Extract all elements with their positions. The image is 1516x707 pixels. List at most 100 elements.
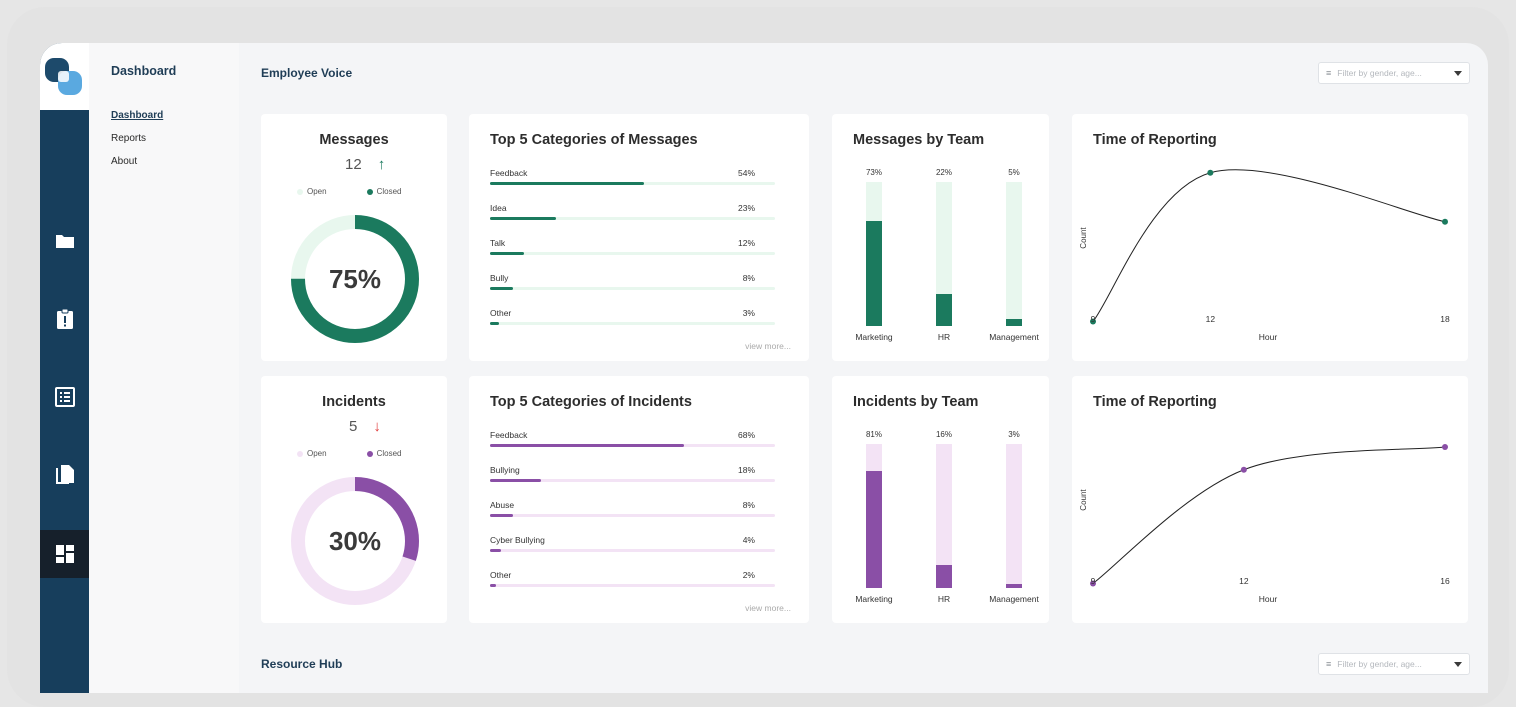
series-line (1092, 169, 1446, 322)
team-percent: 73% (865, 168, 882, 177)
copy-icon[interactable] (40, 451, 89, 499)
legend-open-label: Open (307, 187, 327, 196)
incidents-count-row: 5 ↓ (349, 418, 381, 435)
x-tick-label: 16 (1440, 576, 1450, 586)
category-track (490, 549, 775, 552)
team-bar-fill (866, 220, 882, 326)
app-screen: Dashboard Dashboard Reports About Employ… (40, 43, 1488, 693)
team-name: Marketing (855, 594, 893, 604)
data-point[interactable] (1207, 169, 1214, 176)
clipboard-alert-icon[interactable] (40, 295, 89, 343)
filter-placeholder: Filter by gender, age... (1337, 659, 1422, 669)
team-bar-track (866, 182, 882, 326)
category-track (490, 287, 775, 290)
data-point[interactable] (1442, 444, 1448, 450)
closed-dot-icon (366, 188, 373, 195)
open-dot-icon (297, 450, 303, 457)
incidents-categories-card: Top 5 Categories of Incidents Feedback 68… (469, 376, 809, 623)
team-bar-1: 22% HR (914, 114, 974, 361)
team-name: HR (937, 594, 951, 604)
filter-icon: ≡ (1326, 659, 1332, 669)
x-tick-label: 12 (1239, 576, 1249, 586)
legend-open: Open (297, 187, 327, 196)
messages-time-chart: 9 12 18 Hour Count (1079, 169, 1450, 342)
incidents-legend: Open Closed (297, 449, 401, 458)
category-label: Feedback (490, 168, 528, 178)
team-bar-track (1006, 444, 1022, 588)
category-label: Idea (490, 203, 507, 213)
team-bar-track (936, 444, 952, 588)
messages-categories-card: Top 5 Categories of Messages Feedback 54%… (469, 114, 809, 361)
category-fill (490, 322, 499, 325)
category-track (490, 479, 775, 482)
legend-open: Open (297, 449, 327, 458)
messages-percent: 75% (328, 263, 382, 294)
closed-dot-icon (366, 450, 373, 457)
filter-placeholder: Filter by gender, age... (1337, 68, 1422, 78)
category-percent: 3% (742, 308, 755, 318)
incidents-view-more-link[interactable]: view more... (745, 603, 791, 613)
data-point[interactable] (1442, 218, 1448, 225)
chevron-down-icon (1454, 661, 1462, 667)
category-fill (490, 217, 556, 220)
category-fill (490, 514, 513, 517)
category-percent: 18% (737, 465, 755, 475)
category-label: Other (490, 570, 512, 580)
team-name: Management (989, 332, 1039, 342)
subnav-item-dashboard[interactable]: Dashboard (111, 110, 163, 121)
category-fill (490, 182, 644, 185)
messages-summary-card: Messages 12 ↑ Open Closed 75% (261, 114, 447, 361)
legend-closed-label: Closed (376, 449, 402, 458)
legend-closed-label: Closed (376, 187, 402, 196)
messages-legend: Open Closed (297, 187, 401, 196)
messages-count-row: 12 ↑ (345, 156, 385, 173)
category-track (490, 322, 775, 325)
category-percent: 54% (737, 168, 755, 178)
open-dot-icon (297, 188, 303, 195)
list-icon[interactable] (40, 373, 89, 421)
category-percent: 23% (737, 203, 755, 213)
subnav-item-about[interactable]: About (111, 156, 137, 167)
messages-view-more-link[interactable]: view more... (745, 341, 791, 351)
category-percent: 2% (742, 570, 755, 580)
team-bar-track (866, 444, 882, 588)
team-percent: 81% (865, 430, 882, 439)
category-fill (490, 549, 502, 552)
category-label: Bully (490, 273, 509, 283)
page-title: Employee Voice (261, 66, 353, 80)
team-bar-fill (1006, 318, 1022, 326)
app-logo (45, 58, 82, 95)
team-name: Marketing (855, 332, 893, 342)
x-tick-label: 9 (1091, 314, 1096, 324)
category-track (490, 182, 775, 185)
incidents-percent: 30% (328, 525, 382, 556)
category-label: Abuse (490, 500, 515, 510)
incidents-title: Incidents (322, 394, 386, 410)
x-tick-label: 18 (1440, 314, 1450, 324)
incidents-categories-title: Top 5 Categories of Incidents (490, 394, 692, 410)
x-axis-label: Hour (1259, 594, 1278, 604)
team-percent: 5% (1008, 168, 1020, 177)
dashboard-icon[interactable] (40, 530, 89, 578)
category-fill (490, 444, 684, 447)
incidents-summary-card: Incidents 5 ↓ Open Closed 30% (261, 376, 447, 623)
category-track (490, 514, 775, 517)
x-tick-label: 12 (1206, 314, 1216, 324)
subnav-item-reports[interactable]: Reports (111, 133, 146, 144)
messages-count: 12 (345, 156, 362, 173)
main-content: Employee Voice ≡ Filter by gender, age..… (239, 43, 1488, 693)
category-label: Talk (490, 238, 506, 248)
folder-icon[interactable] (40, 217, 89, 265)
resource-filter-dropdown[interactable]: ≡ Filter by gender, age... (1318, 653, 1470, 675)
category-label: Cyber Bullying (490, 535, 545, 545)
chevron-down-icon (1454, 70, 1462, 76)
y-axis-label: Count (1079, 489, 1088, 511)
arrow-up-icon: ↑ (377, 156, 386, 173)
incidents-time-chart: 9 12 16 Hour Count (1079, 444, 1450, 604)
filter-dropdown[interactable]: ≡ Filter by gender, age... (1318, 62, 1470, 84)
category-percent: 4% (742, 535, 755, 545)
incidents-time-card: Time of Reporting 9 12 16 Hour Count (1072, 376, 1468, 623)
category-track (490, 444, 775, 447)
team-bar-track (1006, 182, 1022, 326)
data-point[interactable] (1240, 466, 1247, 473)
